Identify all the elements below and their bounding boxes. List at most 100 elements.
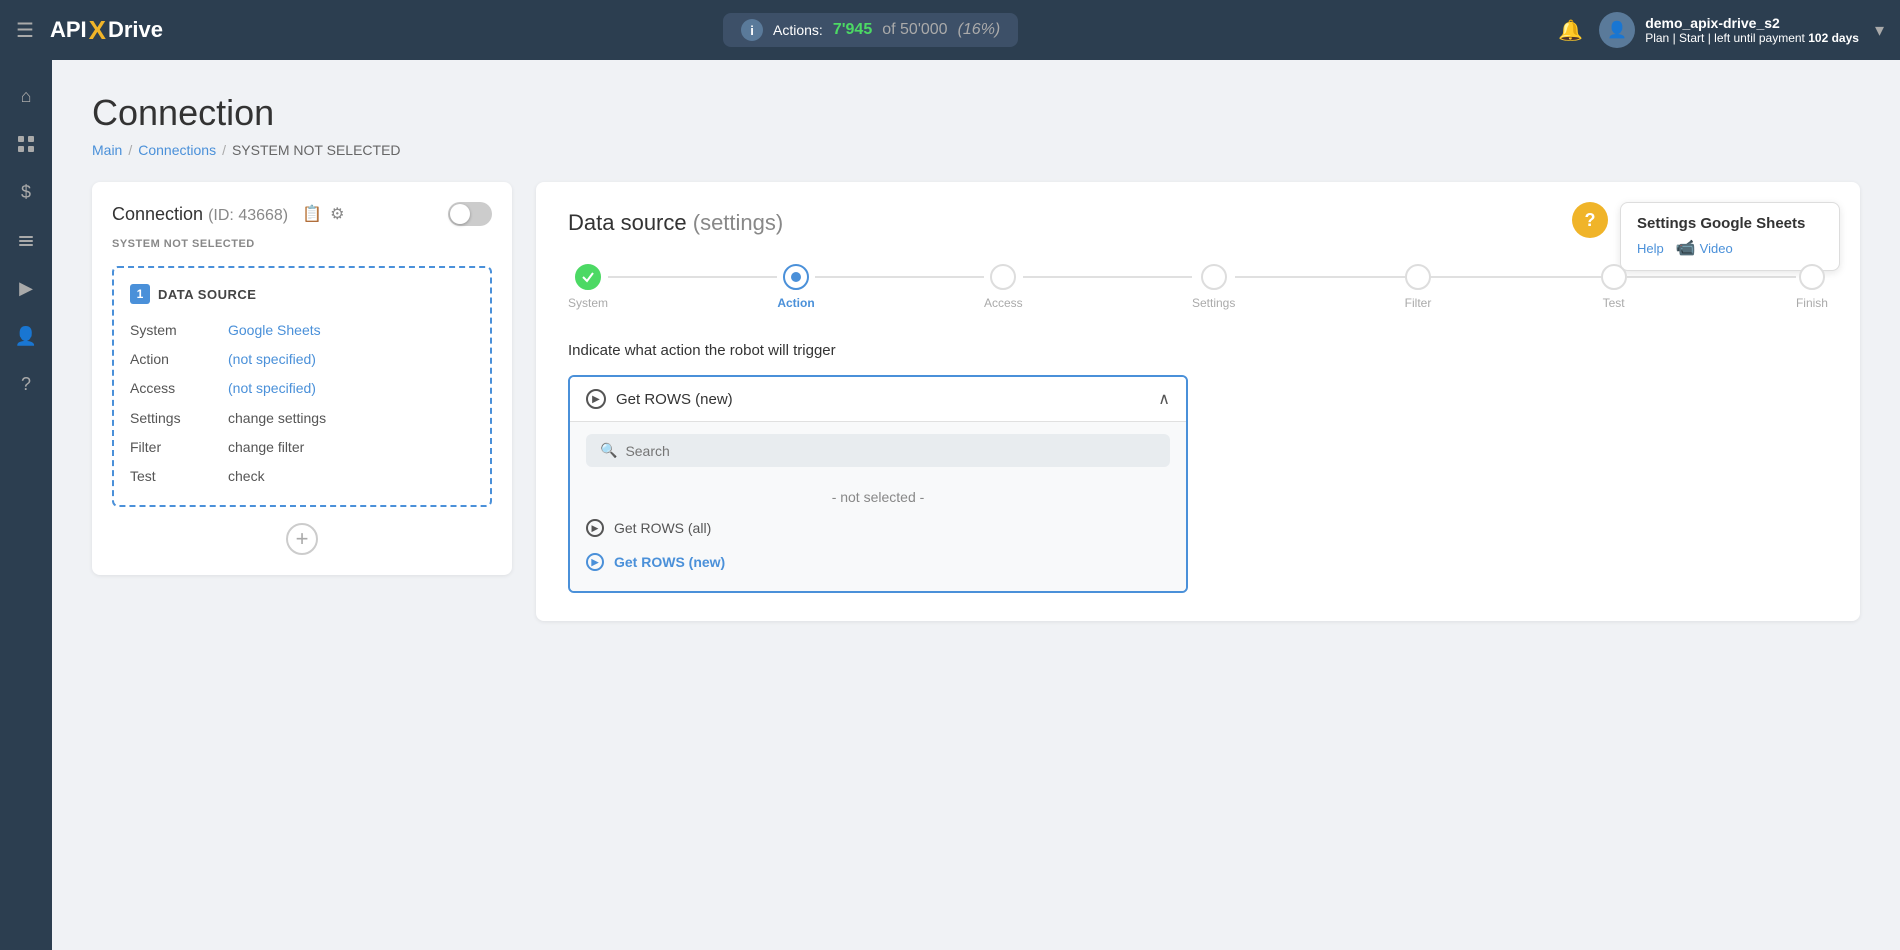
actions-count: 7'945 [833, 21, 872, 39]
step-label-access: Access [984, 296, 1023, 310]
dropdown-not-selected: - not selected - [570, 483, 1186, 511]
step-circle-access [990, 264, 1016, 290]
main-content: Connection Main / Connections / SYSTEM N… [52, 60, 1900, 950]
step-circle-finish [1799, 264, 1825, 290]
page-title: Connection [92, 92, 1860, 134]
content-row: Connection (ID: 43668) 📋 ⚙ SYSTEM NOT SE… [92, 182, 1860, 621]
step-line-2 [815, 276, 984, 278]
datasource-header: 1 DATA SOURCE [130, 284, 474, 304]
chevron-down-icon[interactable]: ▾ [1875, 20, 1884, 41]
topnav-center: i Actions: 7'945 of 50'000 (16%) [199, 13, 1542, 47]
toggle-knob [450, 204, 470, 224]
sidebar: ⌂ $ ▶ 👤 ? [0, 60, 52, 950]
card-title: Connection (ID: 43668) [112, 204, 288, 225]
ds-key-test: Test [130, 464, 220, 489]
step-system[interactable]: System [568, 264, 608, 310]
ds-key-action: Action [130, 347, 220, 372]
ds-val-system[interactable]: Google Sheets [228, 318, 474, 343]
sidebar-item-play[interactable]: ▶ [6, 268, 46, 308]
step-line-3 [1023, 276, 1192, 278]
step-circle-settings [1201, 264, 1227, 290]
step-line-6 [1627, 276, 1796, 278]
ds-val-filter[interactable]: change filter [228, 435, 474, 460]
user-plan: Plan | Start | left until payment 102 da… [1645, 31, 1859, 45]
card-header: Connection (ID: 43668) 📋 ⚙ [112, 202, 492, 226]
step-circle-action [783, 264, 809, 290]
toggle-switch[interactable] [448, 202, 492, 226]
step-action[interactable]: Action [777, 264, 814, 310]
step-line-1 [608, 276, 777, 278]
datasource-box: 1 DATA SOURCE System Google Sheets Actio… [112, 266, 492, 507]
ds-val-access[interactable]: (not specified) [228, 376, 474, 401]
bell-icon[interactable]: 🔔 [1558, 18, 1583, 43]
breadcrumb-main[interactable]: Main [92, 142, 122, 158]
actions-of: of 50'000 [882, 21, 947, 39]
menu-icon[interactable]: ☰ [16, 18, 34, 43]
step-settings[interactable]: Settings [1192, 264, 1235, 310]
dropdown-header[interactable]: ▶ Get ROWS (new) ∧ [570, 377, 1186, 421]
topnav: ☰ APIXDrive i Actions: 7'945 of 50'000 (… [0, 0, 1900, 60]
add-block-button[interactable]: + [286, 523, 318, 555]
option-label-new: Get ROWS (new) [614, 554, 725, 570]
user-name: demo_apix-drive_s2 [1645, 15, 1859, 31]
step-line-5 [1431, 276, 1600, 278]
step-filter[interactable]: Filter [1405, 264, 1432, 310]
step-line-4 [1235, 276, 1404, 278]
copy-icon[interactable]: 📋 [302, 204, 322, 224]
dropdown-option-all[interactable]: ▶ Get ROWS (all) [570, 511, 1186, 545]
datasource-label: DATA SOURCE [158, 287, 256, 302]
breadcrumb-current: SYSTEM NOT SELECTED [232, 142, 401, 158]
sidebar-item-home[interactable]: ⌂ [6, 76, 46, 116]
ds-key-filter: Filter [130, 435, 220, 460]
ds-val-test[interactable]: check [228, 464, 474, 489]
sidebar-item-user[interactable]: 👤 [6, 316, 46, 356]
dropdown-selected-value: Get ROWS (new) [616, 391, 733, 408]
breadcrumb: Main / Connections / SYSTEM NOT SELECTED [92, 142, 1860, 158]
step-circle-system [575, 264, 601, 290]
ds-val-settings[interactable]: change settings [228, 406, 474, 431]
step-label-settings: Settings [1192, 296, 1235, 310]
search-icon: 🔍 [600, 442, 617, 459]
ds-val-action[interactable]: (not specified) [228, 347, 474, 372]
step-label-action: Action [777, 296, 814, 310]
breadcrumb-connections[interactable]: Connections [138, 142, 216, 158]
dropdown-label: Indicate what action the robot will trig… [568, 342, 1828, 359]
help-button[interactable]: ? [1572, 202, 1608, 238]
datasource-rows: System Google Sheets Action (not specifi… [130, 318, 474, 489]
layout: ⌂ $ ▶ 👤 ? Connection Main / Connect [0, 60, 1900, 950]
system-not-selected-label: SYSTEM NOT SELECTED [112, 238, 492, 250]
step-label-filter: Filter [1405, 296, 1432, 310]
actions-badge: i Actions: 7'945 of 50'000 (16%) [723, 13, 1018, 47]
ds-key-system: System [130, 318, 220, 343]
info-icon[interactable]: i [741, 19, 763, 41]
help-box: Settings Google Sheets Help 📹 Video [1620, 202, 1840, 271]
play-icon-all: ▶ [586, 519, 604, 537]
card-id: (ID: 43668) [208, 207, 288, 224]
logo-x: X [89, 15, 106, 46]
settings-panel: ? Settings Google Sheets Help 📹 Video [536, 182, 1860, 621]
sidebar-item-help[interactable]: ? [6, 364, 46, 404]
datasource-number: 1 [130, 284, 150, 304]
chevron-up-icon: ∧ [1158, 389, 1170, 409]
ds-key-settings: Settings [130, 406, 220, 431]
sidebar-item-tools[interactable] [6, 220, 46, 260]
help-video[interactable]: 📹 Video [1676, 238, 1733, 258]
logo-api: API [50, 17, 87, 43]
step-finish[interactable]: Finish [1796, 264, 1828, 310]
dropdown-option-new[interactable]: ▶ Get ROWS (new) [570, 545, 1186, 579]
search-input[interactable] [625, 443, 1156, 459]
help-link[interactable]: Help [1637, 241, 1664, 256]
step-circle-filter [1405, 264, 1431, 290]
help-box-links: Help 📹 Video [1637, 238, 1823, 258]
step-access[interactable]: Access [984, 264, 1023, 310]
settings-icon[interactable]: ⚙ [330, 204, 344, 224]
connection-card: Connection (ID: 43668) 📋 ⚙ SYSTEM NOT SE… [92, 182, 512, 575]
search-box: 🔍 [586, 434, 1170, 467]
user-info: demo_apix-drive_s2 Plan | Start | left u… [1645, 15, 1859, 45]
option-label-all: Get ROWS (all) [614, 520, 711, 536]
sidebar-item-billing[interactable]: $ [6, 172, 46, 212]
actions-label: Actions: [773, 22, 823, 38]
sidebar-item-dashboard[interactable] [6, 124, 46, 164]
user-area[interactable]: 👤 demo_apix-drive_s2 Plan | Start | left… [1599, 12, 1859, 48]
step-test[interactable]: Test [1601, 264, 1627, 310]
